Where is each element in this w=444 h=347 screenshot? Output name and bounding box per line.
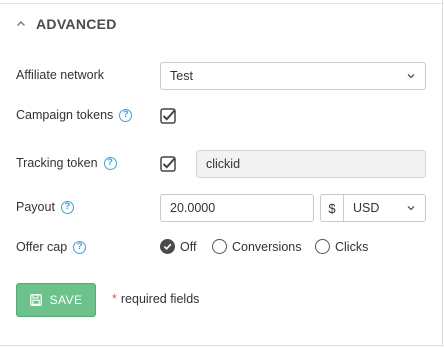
currency-value: USD <box>353 201 380 215</box>
help-icon[interactable]: ? <box>73 240 87 254</box>
affiliate-network-label: Affiliate network <box>16 68 105 82</box>
campaign-tokens-row: Campaign tokens ? <box>16 108 133 122</box>
tracking-token-checkbox[interactable] <box>160 156 176 172</box>
offer-cap-off-label: Off <box>180 239 197 254</box>
payout-value: 20.0000 <box>170 201 216 215</box>
currency-symbol: $ <box>320 194 344 222</box>
save-button[interactable]: SAVE <box>16 283 96 317</box>
required-text: required fields <box>120 292 200 306</box>
tracking-token-value: clickid <box>206 157 241 171</box>
payout-input[interactable]: 20.0000 <box>160 194 314 222</box>
help-icon[interactable]: ? <box>60 200 74 214</box>
section-toggle-advanced[interactable]: ADVANCED <box>16 16 117 32</box>
save-icon <box>29 294 42 306</box>
tracking-token-input[interactable]: clickid <box>196 150 426 178</box>
section-title: ADVANCED <box>36 16 117 32</box>
offer-cap-option-clicks[interactable]: Clicks <box>315 239 368 254</box>
affiliate-network-value: Test <box>170 69 193 83</box>
payout-row: Payout ? <box>16 200 74 214</box>
offer-cap-option-off[interactable]: Off <box>160 239 196 254</box>
campaign-tokens-checkbox[interactable] <box>160 108 176 124</box>
chevron-down-icon <box>407 206 415 211</box>
offer-cap-option-conversions[interactable]: Conversions <box>212 239 301 254</box>
help-icon[interactable]: ? <box>103 156 117 170</box>
tracking-token-label: Tracking token <box>16 156 98 170</box>
radio-unchecked-icon <box>212 239 227 254</box>
required-fields-note: * required fields <box>112 292 199 306</box>
help-icon[interactable]: ? <box>119 108 133 122</box>
offer-cap-row: Offer cap ? <box>16 240 87 254</box>
radio-unchecked-icon <box>315 239 330 254</box>
offer-cap-conversions-label: Conversions <box>232 239 302 254</box>
affiliate-network-row: Affiliate network <box>16 68 104 82</box>
save-label: SAVE <box>49 293 83 307</box>
radio-checked-icon <box>160 239 175 254</box>
divider <box>0 3 444 4</box>
offer-cap-label: Offer cap <box>16 240 68 254</box>
affiliate-network-select[interactable]: Test <box>160 62 426 90</box>
chevron-up-icon <box>17 21 25 26</box>
advanced-panel: ADVANCED Affiliate network Test Campaign… <box>0 0 444 346</box>
currency-select[interactable]: USD <box>343 194 426 222</box>
offer-cap-clicks-label: Clicks <box>335 239 369 254</box>
payout-label: Payout <box>16 200 55 214</box>
required-star: * <box>112 292 117 306</box>
tracking-token-row: Tracking token ? <box>16 156 117 170</box>
campaign-tokens-label: Campaign tokens <box>16 108 114 122</box>
chevron-down-icon <box>407 74 415 79</box>
